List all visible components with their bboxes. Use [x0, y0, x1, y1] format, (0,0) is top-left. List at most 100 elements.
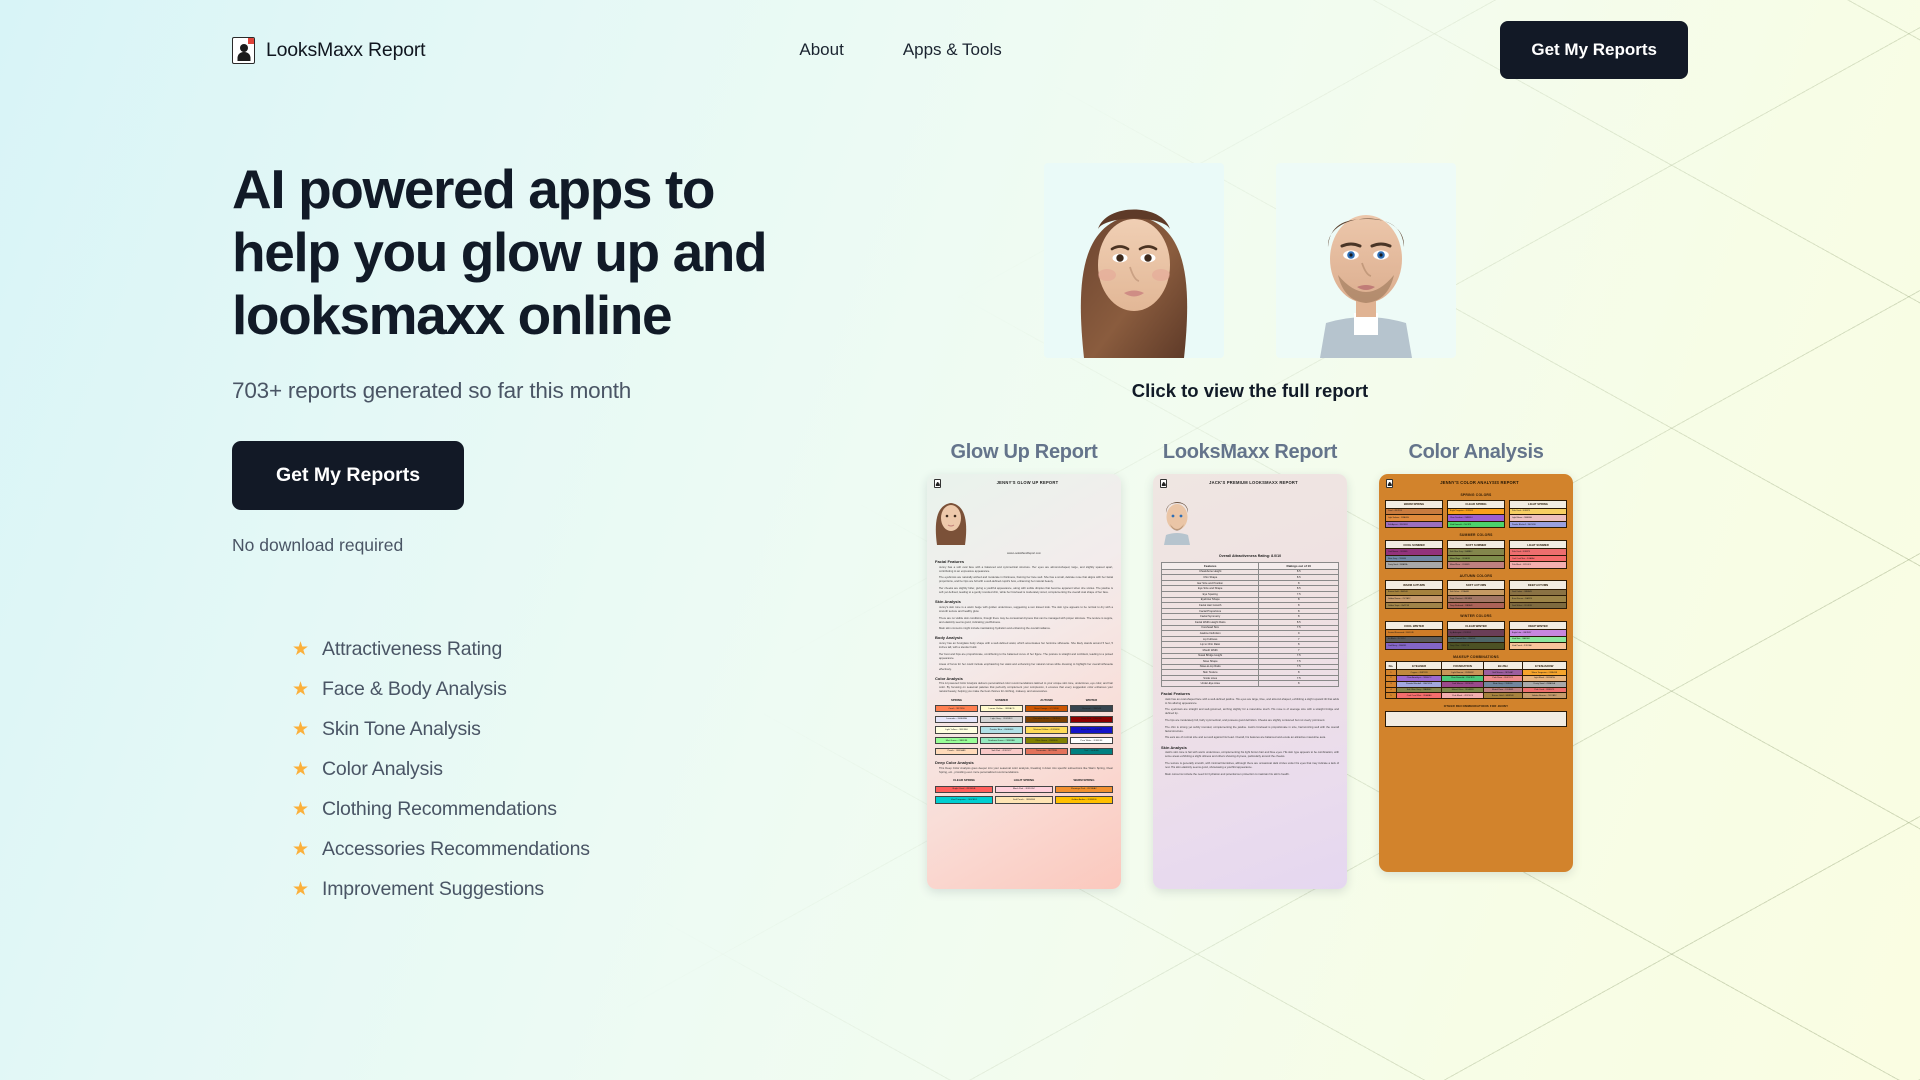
- color-swatch: Golden Sepia - #A47C48: [1386, 602, 1442, 609]
- makeup-combinations-table: No. EYELINER FOUNDATION BLUSH EYESHADOW 1 Copp…: [1385, 661, 1568, 700]
- color-swatch: Pale Blush - #F2C4C4: [1510, 562, 1566, 568]
- color-swatch: Blush Pink - #FFD1DC: [995, 785, 1053, 793]
- color-swatch: Ice Black - #1C1C1C: [1386, 636, 1442, 644]
- deep-season-swatch-grid: CLEAR SPRING LIGHT SPRING WARM SPRING Brigh…: [935, 778, 1113, 805]
- glow-up-report-thumbnail[interactable]: JENNY'S GLOW UP REPORT www.LooksMaxxRepo…: [927, 474, 1121, 889]
- site-header: LooksMaxx Report About Apps & Tools Get …: [0, 0, 1920, 100]
- section-paragraph: This Deep Color Analysis goes deeper int…: [939, 766, 1113, 775]
- color-swatch: Icy Aubergine - #5D3954: [1448, 630, 1504, 637]
- season-group-name: DEEP WINTER: [1510, 622, 1566, 631]
- table-row: Under-Eye Area 8: [1160, 680, 1339, 688]
- report-person-icon: [1386, 479, 1393, 488]
- table-column-header: EYELINER: [1395, 661, 1443, 671]
- report-person-icon: [232, 36, 255, 64]
- color-analysis-report-thumbnail[interactable]: JENNY'S COLOR ANALYSIS REPORT SPRING COL…: [1379, 474, 1573, 872]
- season-group-name: DEEP AUTUMN: [1510, 581, 1566, 590]
- color-analysis-report-body: SPRING COLORS WARM SPRING Coral - #FF7F50 L…: [1379, 493, 1573, 728]
- color-swatch: Soft Apricot - #FBCEB1: [1386, 521, 1442, 528]
- color-swatch: Olive Green - #808000: [1025, 737, 1068, 745]
- season-group-name: CLEAR SPRING: [1448, 501, 1504, 509]
- header-get-my-reports-button[interactable]: Get My Reports: [1500, 21, 1688, 79]
- makeup-color-cell: Cool Coral Mist - #F4A6A0: [1395, 692, 1443, 700]
- feature-label: Clothing Recommendations: [322, 797, 557, 820]
- color-swatch: Soft Ochre - #C9A66B: [1448, 589, 1504, 597]
- makeup-color-cell: Pale Blush - #F2C4C4: [1441, 692, 1484, 700]
- feature-label: Accessories Recommendations: [322, 837, 590, 860]
- report-avatar: [935, 503, 967, 545]
- report-card-color-analysis: Color Analysis JENNY'S COLOR ANALYSIS RE…: [1378, 420, 1574, 872]
- star-icon: ★: [292, 798, 310, 820]
- color-swatch: Pure White - #FFFFFF: [1070, 737, 1113, 745]
- feature-label: Face & Body Analysis: [322, 677, 507, 700]
- looksmaxx-report-title: JACK'S PREMIUM LOOKSMAXX REPORT: [1209, 480, 1298, 485]
- color-swatch: Sage Chestnut - #8F7A5E: [1448, 596, 1504, 603]
- color-swatch: Deep Olive - #3B3C1E: [1448, 643, 1504, 649]
- season-group-name: LIGHT SPRING: [1510, 501, 1566, 509]
- color-swatch: Soft Peach - #FFE5B4: [995, 796, 1053, 804]
- season-heading: WINTER COLORS: [1460, 614, 1492, 619]
- nav-item-apps-tools[interactable]: Apps & Tools: [903, 40, 1002, 60]
- color-swatch: Golden Bronze - #9C7A3C: [1386, 596, 1442, 603]
- color-swatch: Mustard Yellow - #FFDB58: [1025, 726, 1068, 734]
- color-swatch: Slate Grey - #708090: [1386, 555, 1442, 563]
- section-paragraph: Jack has an oval-shaped face with a well…: [1165, 697, 1339, 705]
- season-group-name: CLEAR WINTER: [1448, 622, 1504, 631]
- section-paragraph: Her cheeks are slightly fuller, giving a…: [939, 587, 1113, 595]
- section-paragraph: Areas of focus for her could include emp…: [939, 663, 1113, 671]
- color-swatch: Lemon Chiffon - #FFFACD: [980, 705, 1023, 713]
- section-paragraph: His ears are of normal size and set well…: [1165, 736, 1326, 740]
- report-cards-row: Glow Up Report JENNY'S GLOW UP REPORT ww…: [812, 420, 1688, 889]
- nav-item-about[interactable]: About: [799, 40, 843, 60]
- table-row: 5 Cool Coral Mist - #F4A6A0 Pale Blush - #…: [1385, 692, 1568, 700]
- hero-get-my-reports-button[interactable]: Get My Reports: [232, 440, 465, 510]
- table-column-header: EYESHADOW: [1521, 661, 1568, 671]
- color-swatch: Powder Blue - #B0E0E6: [980, 726, 1023, 734]
- section-paragraph: Jack's skin tone is fair with warm under…: [1165, 751, 1339, 759]
- landing-page: LooksMaxx Report About Apps & Tools Get …: [0, 0, 1920, 1080]
- color-swatch: Lavender - #E6E6FA: [935, 715, 978, 723]
- season-group-box: SOFT SUMMER Soft Olive Grey - #8A8B6C Mute…: [1447, 539, 1505, 569]
- feature-list: ★ Attractiveness Rating ★ Face & Body Analy…: [292, 638, 792, 901]
- section-paragraph: There are no visible skin conditions, th…: [939, 616, 1113, 624]
- section-paragraph: The eyebrows are naturally arched and mo…: [939, 576, 1113, 584]
- season-group-box: COOL SUMMER Cool Mauve - #915F6D Slate Gre…: [1385, 539, 1443, 569]
- color-swatch: Vivid Turquoise - #00CED1: [935, 796, 993, 804]
- avatar: [1276, 163, 1456, 358]
- color-swatch: Bright Lilac - #BE7BD7: [1510, 630, 1566, 637]
- color-swatch: Pale Coral - #F88379: [1510, 508, 1566, 516]
- section-paragraph: The texture is generally smooth, with mi…: [1165, 761, 1339, 769]
- makeup-color-cell: Golden Bronze - #9C7A3C: [1521, 692, 1568, 700]
- brand-logo-link[interactable]: LooksMaxx Report: [232, 36, 426, 64]
- season-group-box: CLEAR SPRING Bright Tangerine - #F28500 Cl…: [1447, 499, 1505, 529]
- color-swatch: Light Yellow - #FFFFE0: [935, 726, 978, 734]
- looksmaxx-report-thumbnail[interactable]: JACK'S PREMIUM LOOKSMAXX REPORT Overall …: [1153, 474, 1347, 889]
- portrait-row: [812, 158, 1688, 358]
- section-paragraph: This AI powered Color Analysis delivers …: [939, 682, 1113, 694]
- brand-name: LooksMaxx Report: [266, 38, 426, 61]
- season-group-row: COOL SUMMER Cool Mauve - #915F6D Slate Gre…: [1379, 539, 1573, 569]
- makeup-color-cell: Bronze Gold - #A98540: [1482, 692, 1523, 700]
- color-swatch: Light Grey - #D3D3D3: [980, 715, 1023, 723]
- list-item: ★ Skin Tone Analysis: [292, 718, 792, 741]
- star-icon: ★: [292, 718, 310, 740]
- list-item: ★ Attractiveness Rating: [292, 638, 792, 661]
- star-icon: ★: [292, 678, 310, 700]
- season-group-row: WARM AUTUMN Bronze Gold - #A98540 Golden B…: [1379, 580, 1573, 610]
- avatar: [1044, 163, 1224, 358]
- color-swatch: Cool Charcoal Blue - #36454F: [1448, 636, 1504, 644]
- season-heading: SPRING COLORS: [1460, 493, 1492, 497]
- section-heading: Skin Analysis: [935, 599, 961, 605]
- season-group-row: COOL WINTER Frosted Rosewood - #B05C4D Ice…: [1379, 620, 1573, 650]
- section-paragraph: Main concerns include the need for hydra…: [1165, 772, 1290, 776]
- color-swatch: Bright Coral - #FF5E5B: [935, 785, 993, 793]
- hero-subheading: 703+ reports generated so far this month: [232, 377, 632, 403]
- section-heading: Deep Color Analysis: [935, 760, 974, 766]
- color-swatch: Flamingo Pink - #FC8EAC: [1055, 785, 1113, 793]
- hero-left-column: AI powered apps to help you glow up and …: [232, 158, 792, 901]
- season-heading: AUTUMN COLORS: [1459, 573, 1493, 578]
- star-icon: ★: [292, 638, 310, 660]
- color-analysis-report-title: JENNY'S COLOR ANALYSIS REPORT: [1440, 480, 1519, 485]
- list-item: ★ Face & Body Analysis: [292, 678, 792, 701]
- color-swatch: Peach - #FFDAB9: [935, 747, 978, 755]
- feature-label: Skin Tone Analysis: [322, 717, 481, 740]
